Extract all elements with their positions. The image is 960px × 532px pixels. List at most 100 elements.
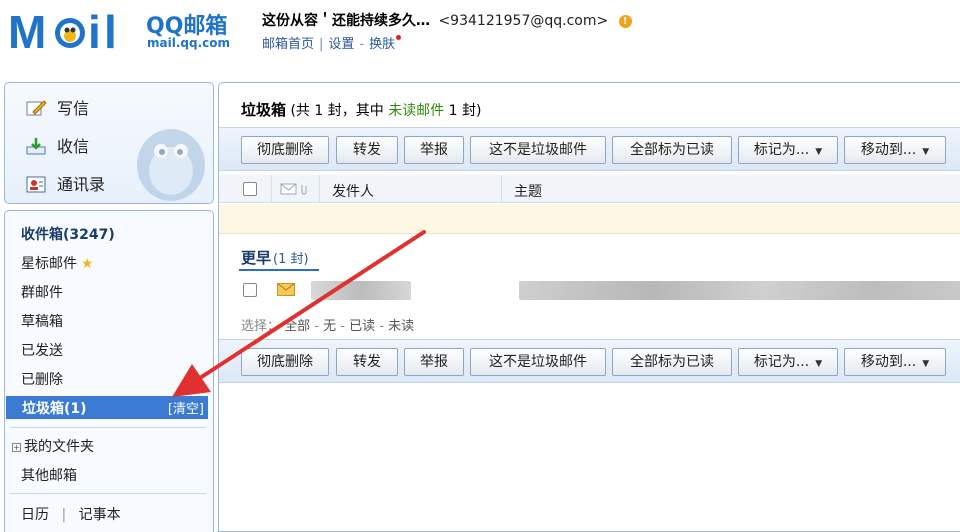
select-read-link[interactable]: 已读 bbox=[349, 319, 375, 334]
starred-label: 星标邮件 bbox=[21, 256, 77, 272]
folder-count-suffix: 1 封) bbox=[448, 103, 482, 119]
bottom-toolbar: 彻底删除 转发 举报 这不是垃圾邮件 全部标为已读 标记为... ▼ 移动到...… bbox=[219, 339, 960, 383]
mark-all-read-button[interactable]: 全部标为已读 bbox=[612, 348, 732, 376]
user-nickname: 这份从容＇还能持续多久… bbox=[262, 13, 430, 29]
sidebar-item-drafts[interactable]: 草稿箱 bbox=[21, 311, 63, 331]
move-to-label: 移动到... bbox=[860, 354, 917, 370]
contacts-label: 通讯录 bbox=[57, 175, 106, 194]
folder-count-prefix: (共 1 封，其中 bbox=[290, 103, 384, 119]
column-divider bbox=[501, 175, 502, 203]
move-to-dropdown[interactable]: 移动到... ▼ bbox=[844, 348, 946, 376]
header-links: 邮箱首页 | 设置 - 换肤 bbox=[262, 33, 402, 52]
star-icon: ★ bbox=[81, 256, 94, 272]
folder-name: 垃圾箱 bbox=[241, 101, 287, 119]
group-count: (1 封) bbox=[273, 252, 309, 267]
delete-permanently-button[interactable]: 彻底删除 bbox=[241, 136, 329, 164]
receive-icon bbox=[26, 138, 46, 155]
compose-button[interactable]: 写信 bbox=[25, 95, 89, 119]
sidebar-divider bbox=[10, 493, 206, 494]
mark-as-label: 标记为... bbox=[753, 142, 810, 158]
link-separator: - bbox=[359, 37, 365, 52]
select-separator: - bbox=[379, 319, 385, 334]
sidebar-tools: 日历 | 记事本 bbox=[21, 504, 121, 524]
penguin-watermark-icon bbox=[137, 129, 205, 201]
sender-column-header[interactable]: 发件人 bbox=[332, 181, 374, 201]
compose-icon bbox=[26, 100, 47, 116]
contacts-button[interactable]: 通讯录 bbox=[25, 171, 105, 195]
subject-column-header[interactable]: 主题 bbox=[514, 181, 542, 201]
calendar-link[interactable]: 日历 bbox=[21, 507, 49, 523]
chevron-down-icon: ▼ bbox=[815, 147, 823, 157]
chevron-down-icon: ▼ bbox=[815, 359, 823, 369]
top-toolbar: 彻底删除 转发 举报 这不是垃圾邮件 全部标为已读 标记为... ▼ 移动到...… bbox=[219, 127, 960, 171]
group-label: 更早 bbox=[241, 249, 272, 267]
home-link[interactable]: 邮箱首页 bbox=[262, 37, 314, 52]
sender-redacted bbox=[311, 281, 411, 300]
folder-title: 垃圾箱 (共 1 封，其中 未读邮件 1 封) bbox=[241, 99, 481, 120]
select-none-link[interactable]: 无 bbox=[323, 319, 336, 334]
mark-as-dropdown[interactable]: 标记为... ▼ bbox=[738, 136, 838, 164]
select-separator: - bbox=[340, 319, 346, 334]
report-button[interactable]: 举报 bbox=[404, 348, 464, 376]
contacts-icon bbox=[26, 176, 46, 193]
group-header-earlier: 更早 (1 封) bbox=[241, 247, 309, 268]
logo-url-text: mail.qq.com bbox=[147, 36, 230, 50]
warning-icon[interactable]: ! bbox=[618, 15, 632, 28]
move-to-dropdown[interactable]: 移动到... ▼ bbox=[844, 136, 946, 164]
settings-link[interactable]: 设置 bbox=[328, 37, 354, 52]
select-all-link[interactable]: 全部 bbox=[284, 319, 310, 334]
sidebar-divider bbox=[10, 427, 206, 428]
not-spam-button[interactable]: 这不是垃圾邮件 bbox=[470, 136, 606, 164]
qq-mail-logo[interactable]: M i l bbox=[8, 6, 138, 54]
link-separator: | bbox=[319, 37, 324, 52]
sidebar-item-sent[interactable]: 已发送 bbox=[21, 340, 63, 360]
table-row[interactable] bbox=[219, 276, 960, 304]
envelope-icon bbox=[277, 283, 295, 296]
sidebar-item-deleted[interactable]: 已删除 bbox=[21, 369, 63, 389]
select-label: 选择： bbox=[241, 319, 281, 334]
mark-all-read-button[interactable]: 全部标为已读 bbox=[612, 136, 732, 164]
mark-as-dropdown[interactable]: 标记为... ▼ bbox=[738, 348, 838, 376]
sidebar-item-my-folders[interactable]: + 我的文件夹 bbox=[12, 436, 94, 456]
mail-list-pane: 垃圾箱 (共 1 封，其中 未读邮件 1 封) 彻底删除 转发 举报 这不是垃圾… bbox=[218, 82, 960, 532]
mail-attachment-column-icon bbox=[280, 183, 307, 195]
compose-label: 写信 bbox=[57, 99, 90, 118]
chevron-down-icon: ▼ bbox=[922, 359, 930, 369]
sidebar-item-other-mailboxes[interactable]: 其他邮箱 bbox=[21, 465, 77, 485]
move-to-label: 移动到... bbox=[860, 142, 917, 158]
tools-separator: | bbox=[61, 507, 67, 523]
forward-button[interactable]: 转发 bbox=[336, 136, 398, 164]
row-checkbox[interactable] bbox=[243, 283, 257, 297]
receive-label: 收信 bbox=[57, 137, 90, 156]
not-spam-button[interactable]: 这不是垃圾邮件 bbox=[470, 348, 606, 376]
sidebar-item-group-mail[interactable]: 群邮件 bbox=[21, 282, 63, 302]
skin-link[interactable]: 换肤 bbox=[369, 37, 395, 52]
select-unread-link[interactable]: 未读 bbox=[388, 319, 414, 334]
table-header: 发件人 主题 bbox=[219, 175, 960, 203]
svg-text:i: i bbox=[88, 6, 101, 54]
my-folders-label: 我的文件夹 bbox=[24, 439, 94, 455]
unread-link[interactable]: 未读邮件 bbox=[388, 103, 444, 119]
chevron-down-icon: ▼ bbox=[922, 147, 930, 157]
report-button[interactable]: 举报 bbox=[404, 136, 464, 164]
svg-text:l: l bbox=[104, 6, 117, 54]
svg-text:M: M bbox=[8, 6, 46, 54]
sidebar-item-spam[interactable]: 垃圾箱(1) [清空] bbox=[6, 396, 208, 419]
header: M i l QQ邮箱 mail.qq.com 这份从容＇还能持续多久… <934… bbox=[0, 0, 960, 72]
mark-as-label: 标记为... bbox=[753, 354, 810, 370]
delete-permanently-button[interactable]: 彻底删除 bbox=[241, 348, 329, 376]
column-divider bbox=[319, 175, 320, 203]
forward-button[interactable]: 转发 bbox=[336, 348, 398, 376]
expand-icon[interactable]: + bbox=[12, 443, 21, 452]
select-separator: - bbox=[314, 319, 320, 334]
empty-spam-link[interactable]: [清空] bbox=[168, 398, 204, 417]
receive-button[interactable]: 收信 bbox=[25, 133, 89, 157]
sidebar-item-starred[interactable]: 星标邮件 ★ bbox=[21, 253, 94, 273]
user-email: <934121957@qq.com> bbox=[438, 13, 609, 29]
sidebar-actions-panel: 写信 收信 通讯录 bbox=[4, 82, 214, 204]
subject-redacted bbox=[519, 281, 960, 300]
select-bar: 选择： 全部 - 无 - 已读 - 未读 bbox=[241, 315, 414, 334]
sidebar-item-inbox[interactable]: 收件箱(3247) bbox=[21, 224, 115, 244]
notes-link[interactable]: 记事本 bbox=[79, 507, 121, 523]
select-all-checkbox[interactable] bbox=[243, 182, 257, 196]
